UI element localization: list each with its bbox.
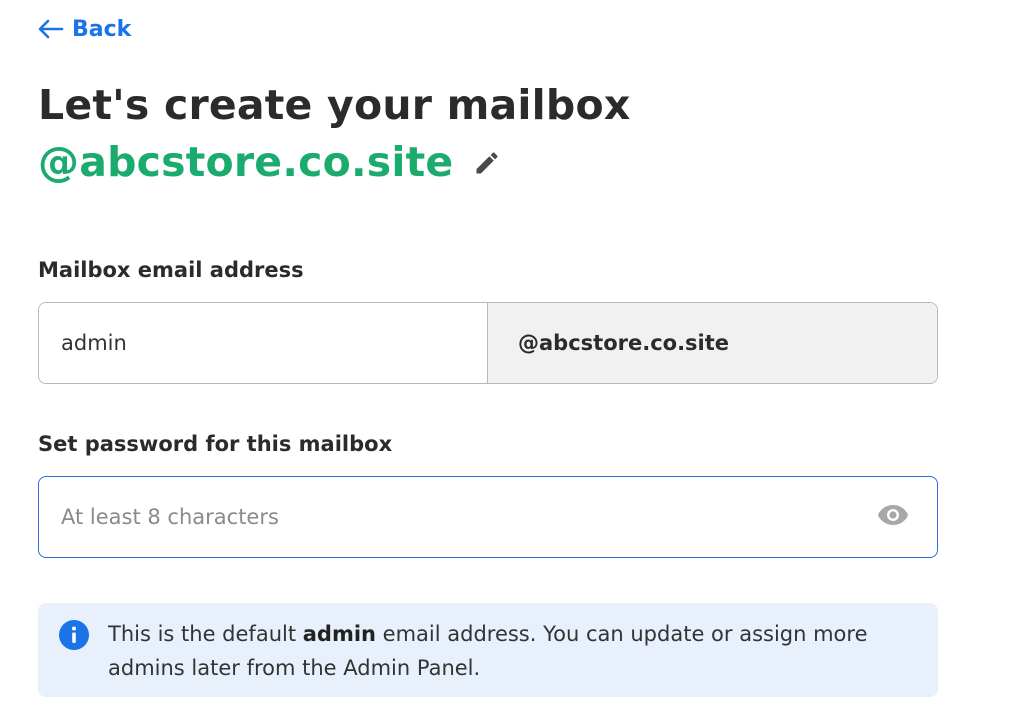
info-icon — [58, 619, 90, 651]
domain-name: @abcstore.co.site — [38, 138, 454, 186]
back-link[interactable]: Back — [38, 14, 131, 44]
password-field-group — [38, 476, 938, 558]
email-field-group: @abcstore.co.site — [38, 302, 938, 384]
email-field-label: Mailbox email address — [38, 258, 304, 282]
email-domain-suffix: @abcstore.co.site — [487, 303, 937, 383]
domain-line: @abcstore.co.site — [38, 132, 503, 192]
back-label: Back — [72, 16, 132, 42]
info-text-before: This is the default — [108, 622, 303, 646]
password-input[interactable] — [39, 477, 873, 557]
page-title: Let's create your mailbox — [38, 81, 631, 129]
arrow-left-icon — [38, 19, 64, 39]
pencil-icon — [473, 149, 501, 181]
email-username-input[interactable] — [39, 303, 487, 383]
toggle-password-visibility-button[interactable] — [873, 497, 913, 537]
password-field-label: Set password for this mailbox — [38, 432, 393, 456]
info-text-bold: admin — [302, 622, 376, 646]
eye-icon — [877, 504, 909, 530]
info-message: This is the default admin email address.… — [108, 617, 918, 685]
info-banner: This is the default admin email address.… — [38, 603, 938, 697]
edit-domain-button[interactable] — [471, 149, 503, 181]
